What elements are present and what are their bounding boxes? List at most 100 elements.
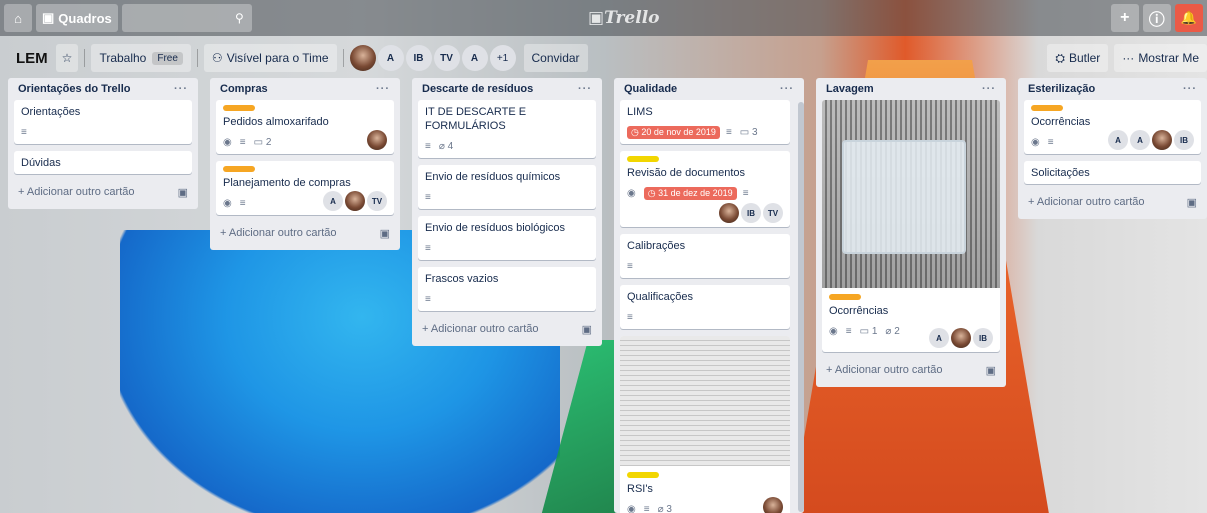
card[interactable]: Ocorrências ◉ ≡ ▭ 1 ⌀ 2 A IB bbox=[822, 100, 1000, 352]
avatar[interactable]: A bbox=[323, 191, 343, 211]
list-header[interactable]: Orientações do Trello ··· bbox=[14, 78, 192, 100]
list-menu-icon[interactable]: ··· bbox=[376, 83, 390, 95]
avatar[interactable]: TV bbox=[763, 203, 783, 223]
avatar[interactable]: A bbox=[1130, 130, 1150, 150]
avatar[interactable]: TV bbox=[367, 191, 387, 211]
bell-icon[interactable]: 🔔 bbox=[1174, 4, 1203, 32]
avatar[interactable] bbox=[719, 203, 739, 223]
card-label[interactable] bbox=[627, 472, 659, 478]
card-label[interactable] bbox=[829, 294, 861, 300]
avatar[interactable]: IB bbox=[741, 203, 761, 223]
card-title: Orientações bbox=[21, 106, 81, 118]
card[interactable]: Ocorrências ◉ ≡ A A IB bbox=[1024, 100, 1201, 154]
card[interactable]: Calibrações ≡ bbox=[620, 234, 790, 278]
card[interactable]: Solicitações bbox=[1024, 161, 1201, 184]
trello-logo-text: Trello bbox=[604, 8, 660, 28]
list-menu-icon[interactable]: ··· bbox=[780, 83, 794, 95]
avatar[interactable]: A bbox=[377, 45, 404, 71]
list-title[interactable]: Compras bbox=[220, 83, 268, 95]
home-icon[interactable]: ⌂ bbox=[4, 4, 32, 32]
plus-icon: + bbox=[18, 186, 27, 198]
invite-button[interactable]: Convidar bbox=[523, 44, 588, 72]
team-button[interactable]: Trabalho Free bbox=[91, 44, 191, 72]
list-header[interactable]: Lavagem ··· bbox=[822, 78, 1000, 100]
list-title[interactable]: Descarte de resíduos bbox=[422, 83, 533, 95]
card-template-icon[interactable]: ▣ bbox=[986, 364, 996, 377]
clock-icon: ◷ bbox=[647, 187, 656, 198]
card[interactable]: Planejamento de compras ◉ ≡ A TV bbox=[216, 161, 394, 215]
card[interactable]: IT DE DESCARTE E FORMULÁRIOS ≡ ⌀ 4 bbox=[418, 100, 596, 158]
description-icon: ≡ bbox=[425, 293, 431, 305]
avatar[interactable]: A bbox=[461, 45, 488, 71]
list-header[interactable]: Descarte de resíduos ··· bbox=[418, 78, 596, 100]
card-title: IT DE DESCARTE E FORMULÁRIOS bbox=[425, 106, 527, 132]
card-template-icon[interactable]: ▣ bbox=[178, 186, 188, 199]
card-label[interactable] bbox=[223, 105, 255, 111]
list-menu-icon[interactable]: ··· bbox=[174, 83, 188, 95]
card[interactable]: Frascos vazios ≡ bbox=[418, 267, 596, 311]
avatar[interactable]: IB bbox=[973, 328, 993, 348]
show-menu-button[interactable]: ··· Mostrar Me bbox=[1114, 44, 1207, 72]
list-header[interactable]: Compras ··· bbox=[216, 78, 394, 100]
list-menu-icon[interactable]: ··· bbox=[578, 83, 592, 95]
list-header[interactable]: Qualidade ··· bbox=[620, 78, 798, 100]
card-label[interactable] bbox=[223, 166, 255, 172]
add-card-button[interactable]: + Adicionar outro cartão ▣ bbox=[14, 181, 192, 203]
due-date-badge[interactable]: ◷ 31 de dez de 2019 bbox=[643, 186, 737, 200]
card-label[interactable] bbox=[627, 156, 659, 162]
list-scrollbar[interactable] bbox=[798, 102, 804, 512]
card[interactable]: LIMS ◷ 20 de nov de 2019 ≡ ▭ 3 bbox=[620, 100, 790, 144]
card[interactable]: Envio de resíduos biológicos ≡ bbox=[418, 216, 596, 260]
avatar[interactable] bbox=[345, 191, 365, 211]
due-date-badge[interactable]: ◷ 20 de nov de 2019 bbox=[627, 125, 720, 139]
boards-label: Quadros bbox=[58, 10, 112, 26]
butler-button[interactable]: ⛭ Butler bbox=[1047, 44, 1109, 72]
card[interactable]: Dúvidas bbox=[14, 151, 192, 174]
trello-logo[interactable]: ▣Trello bbox=[588, 8, 660, 28]
info-icon[interactable]: ⓘ bbox=[1142, 4, 1171, 32]
add-card-button[interactable]: + Adicionar outro cartão ▣ bbox=[1024, 191, 1201, 213]
list-title[interactable]: Qualidade bbox=[624, 83, 677, 95]
list-title[interactable]: Orientações do Trello bbox=[18, 83, 130, 95]
card-badges: ≡ ⌀ 4 bbox=[425, 138, 589, 154]
card-title: Frascos vazios bbox=[425, 273, 499, 285]
avatar[interactable] bbox=[951, 328, 971, 348]
card[interactable]: Envio de resíduos químicos ≡ bbox=[418, 165, 596, 209]
card[interactable]: Pedidos almoxarifado ◉ ≡ ▭ 2 bbox=[216, 100, 394, 154]
avatar[interactable]: IB bbox=[1174, 130, 1194, 150]
list-menu-icon[interactable]: ··· bbox=[982, 83, 996, 95]
card-template-icon[interactable]: ▣ bbox=[1187, 196, 1197, 209]
avatar[interactable] bbox=[1152, 130, 1172, 150]
avatar[interactable]: A bbox=[1108, 130, 1128, 150]
add-card-button[interactable]: + Adicionar outro cartão ▣ bbox=[418, 318, 596, 340]
comment-badge: ▭ 3 bbox=[740, 127, 758, 138]
card-template-icon[interactable]: ▣ bbox=[380, 227, 390, 240]
visibility-button[interactable]: ⚇ Visível para o Time bbox=[203, 44, 337, 72]
card-template-icon[interactable]: ▣ bbox=[582, 323, 592, 336]
boards-button[interactable]: ▣ Quadros bbox=[36, 4, 118, 32]
card-label[interactable] bbox=[1031, 105, 1063, 111]
board-title[interactable]: LEM bbox=[16, 50, 48, 67]
list-menu-icon[interactable]: ··· bbox=[1183, 83, 1197, 95]
avatar[interactable]: A bbox=[929, 328, 949, 348]
due-date: 31 de dez de 2019 bbox=[658, 188, 733, 198]
plus-icon[interactable]: + bbox=[1110, 4, 1139, 32]
add-card-button[interactable]: + Adicionar outro cartão ▣ bbox=[216, 222, 394, 244]
card[interactable]: Revisão de documentos ◉ ◷ 31 de dez de 2… bbox=[620, 151, 790, 227]
avatar[interactable] bbox=[349, 45, 376, 71]
avatar[interactable]: IB bbox=[405, 45, 432, 71]
search-input[interactable]: ⚲ bbox=[121, 4, 252, 32]
avatar[interactable] bbox=[367, 130, 387, 150]
more-members-badge[interactable]: +1 bbox=[489, 45, 516, 71]
card[interactable]: RSI's ◉ ≡ ⌀ 3 bbox=[620, 336, 790, 513]
add-card-button[interactable]: + Adicionar outro cartão ▣ bbox=[822, 359, 1000, 381]
attachment-icon: ⌀ bbox=[885, 325, 892, 337]
list-title[interactable]: Esterilização bbox=[1028, 83, 1095, 95]
list-title[interactable]: Lavagem bbox=[826, 83, 874, 95]
list-header[interactable]: Esterilização ··· bbox=[1024, 78, 1201, 100]
avatar[interactable]: TV bbox=[433, 45, 460, 71]
avatar[interactable] bbox=[763, 497, 783, 513]
star-button[interactable]: ☆ bbox=[55, 44, 79, 72]
card[interactable]: Orientações ≡ bbox=[14, 100, 192, 144]
card[interactable]: Qualificações ≡ bbox=[620, 285, 790, 329]
